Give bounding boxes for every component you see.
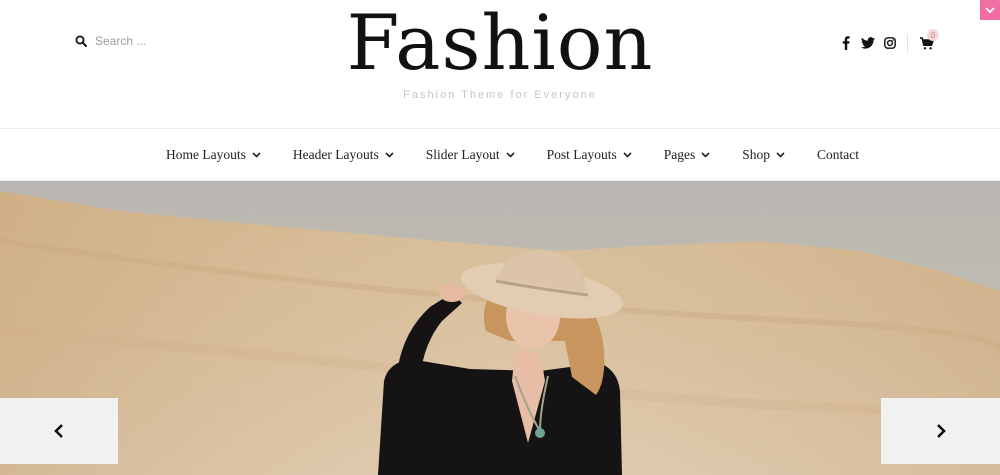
chevron-down-icon <box>385 151 394 158</box>
twitter-icon[interactable] <box>857 34 879 52</box>
nav-item-home-layouts[interactable]: Home Layouts <box>166 147 261 163</box>
chevron-down-icon <box>252 151 261 158</box>
chevron-left-icon <box>54 424 63 438</box>
cart-count-badge: 0 <box>927 29 939 41</box>
nav-item-label: Header Layouts <box>292 146 379 162</box>
nav-item-label: Slider Layout <box>425 146 500 162</box>
instagram-icon[interactable] <box>879 34 901 52</box>
slider-prev-button[interactable] <box>0 398 118 464</box>
header-divider <box>907 34 908 52</box>
cart-button[interactable]: 0 <box>916 29 939 52</box>
nav-item-label: Home Layouts <box>166 146 246 162</box>
nav-item-header-layouts[interactable]: Header Layouts <box>293 147 394 163</box>
nav-item-shop[interactable]: Shop <box>742 147 785 163</box>
main-navigation: Home Layouts Header Layouts Slider Layou… <box>0 128 1000 181</box>
hero-slider <box>0 181 1000 475</box>
chevron-down-icon <box>776 151 785 158</box>
nav-item-pages[interactable]: Pages <box>664 147 711 163</box>
nav-item-contact[interactable]: Contact <box>817 147 859 163</box>
social-links: 0 <box>835 29 939 52</box>
chevron-down-icon <box>985 6 995 13</box>
nav-item-label: Pages <box>663 146 696 162</box>
nav-item-label: Post Layouts <box>546 146 617 162</box>
chevron-right-icon <box>936 424 946 438</box>
nav-item-slider-layout[interactable]: Slider Layout <box>426 147 515 163</box>
facebook-icon[interactable] <box>835 34 857 52</box>
nav-item-label: Contact <box>817 146 859 162</box>
chevron-down-icon <box>623 151 632 158</box>
hero-image <box>0 181 1000 475</box>
top-bar-toggle[interactable] <box>980 0 1000 20</box>
site-tagline: Fashion Theme for Everyone <box>403 89 597 101</box>
nav-item-label: Shop <box>742 146 770 162</box>
slider-next-button[interactable] <box>881 398 1000 464</box>
chevron-down-icon <box>506 151 515 158</box>
nav-item-post-layouts[interactable]: Post Layouts <box>547 147 632 163</box>
chevron-down-icon <box>701 151 710 158</box>
site-header: Fashion Fashion Theme for Everyone 0 <box>0 0 1000 128</box>
